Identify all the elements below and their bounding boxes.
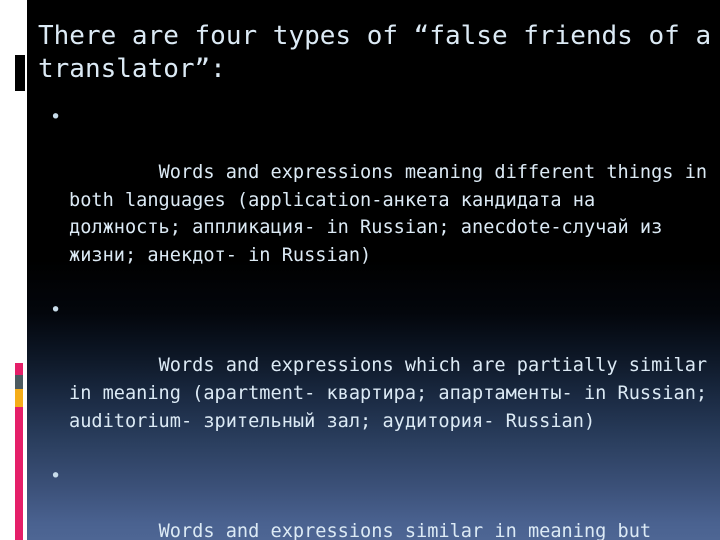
bullet-item-1-text: Words and expressions meaning different …: [69, 162, 719, 266]
sidebar-accent-bar: [15, 363, 23, 540]
sidebar-accent-block: [15, 55, 25, 91]
accent-segment-pink-long: [15, 407, 23, 540]
bullet-marker-icon: •: [50, 465, 62, 487]
bullet-marker-icon: •: [50, 107, 62, 128]
bullet-marker-icon: •: [50, 300, 62, 322]
accent-segment-amber: [15, 389, 23, 407]
slide-title: There are four types of “false friends o…: [38, 21, 712, 84]
bullet-item-1: • Words and expressions meaning differen…: [38, 104, 718, 297]
bullet-item-3-text: Words and expressions similar in meaning…: [158, 520, 652, 540]
bullet-item-2: • Words and expressions which are partia…: [38, 297, 718, 463]
left-sidebar-strip: [0, 0, 27, 540]
bullet-item-2-text: Words and expressions which are partiall…: [69, 355, 719, 432]
accent-segment-pink-top: [15, 363, 23, 375]
bullet-list: • Words and expressions meaning differen…: [38, 104, 718, 540]
slide-canvas: There are four types of “false friends o…: [0, 0, 720, 540]
slide-content: There are four types of “false friends o…: [27, 0, 720, 540]
accent-segment-slate: [15, 375, 23, 389]
bullet-item-3: • Words and expressions similar in meani…: [38, 463, 718, 540]
